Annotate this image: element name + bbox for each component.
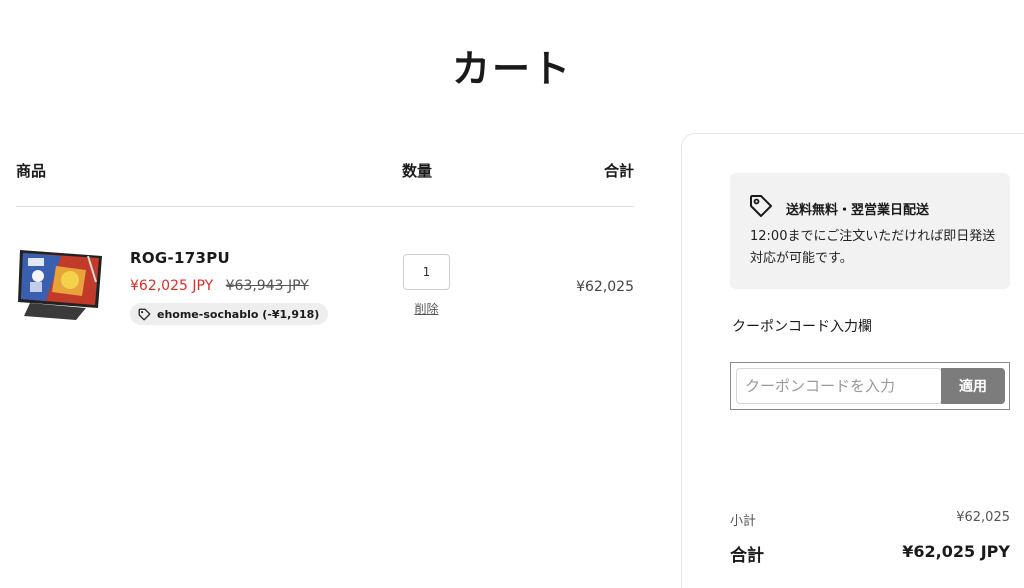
coupon-label: クーポンコード入力欄	[732, 319, 872, 335]
header-divider	[16, 206, 634, 207]
total-label: 合計	[730, 546, 764, 566]
quantity-input[interactable]: 1	[403, 254, 450, 290]
column-header-product: 商品	[16, 162, 47, 180]
tag-icon	[138, 308, 151, 320]
sale-price: ¥62,025 JPY	[130, 278, 214, 294]
apply-coupon-button[interactable]: 適用	[941, 368, 1005, 404]
subtotal-value: ¥62,025	[956, 510, 1010, 525]
line-total: ¥62,025	[576, 279, 634, 295]
shipping-info-box: 送料無料・翌営業日配送 12:00までにご注文いただければ即日発送対応が可能です…	[730, 173, 1010, 289]
coupon-input[interactable]	[736, 368, 942, 404]
column-header-total: 合計	[603, 162, 634, 180]
remove-item-link[interactable]: 削除	[403, 300, 450, 317]
product-name[interactable]: ROG-173PU	[130, 249, 230, 267]
compare-price: ¥63,943 JPY	[225, 278, 309, 294]
price-row: ¥62,025 JPY ¥63,943 JPY	[130, 278, 309, 294]
cart-table-header: 商品 数量 合計	[16, 160, 634, 184]
tag-icon	[750, 195, 772, 217]
subtotal-label: 小計	[730, 514, 757, 529]
column-header-quantity: 数量	[402, 162, 433, 180]
shipping-title: 送料無料・翌営業日配送	[786, 203, 930, 218]
discount-badge: ehome-sochablo (-¥1,918)	[130, 303, 329, 325]
page-title: カート	[451, 47, 572, 91]
discount-code: ehome-sochablo (-¥1,918)	[157, 307, 320, 321]
total-value: ¥62,025 JPY	[902, 542, 1010, 561]
portable-monitor-image	[18, 250, 102, 320]
product-image[interactable]	[16, 246, 108, 324]
shipping-description: 12:00までにご注文いただければ即日発送対応が可能です。	[750, 229, 996, 266]
coupon-form: 適用	[730, 362, 1010, 410]
